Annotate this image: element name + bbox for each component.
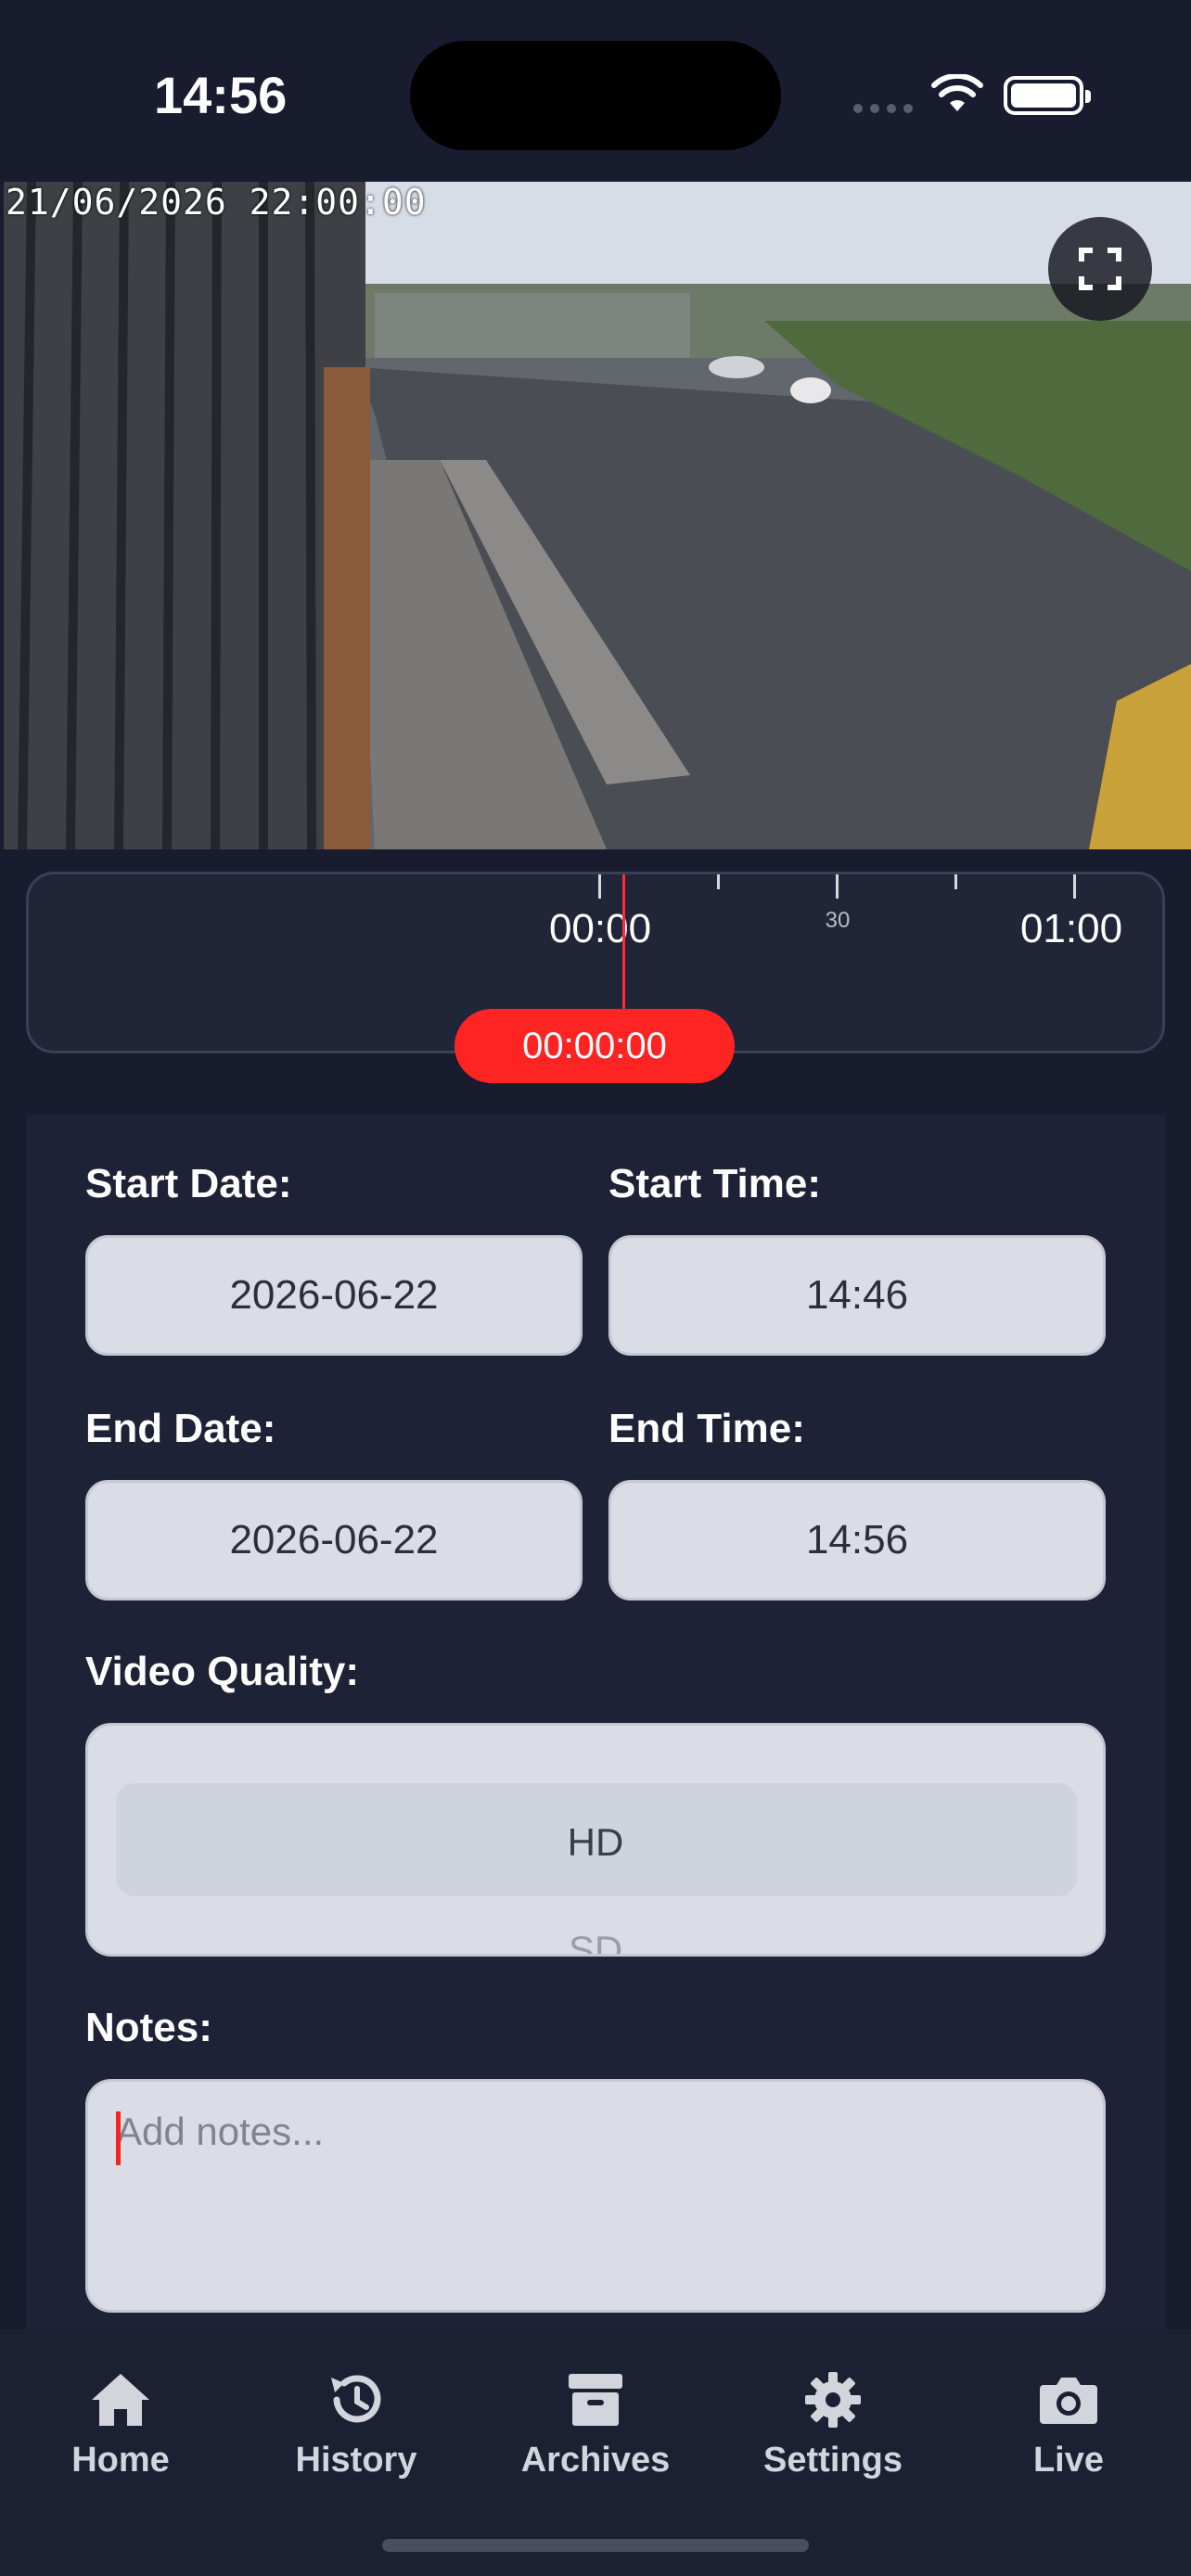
timeline-tick <box>598 874 601 899</box>
fullscreen-button[interactable] <box>1048 217 1152 321</box>
start-date-field[interactable]: 2026-06-22 <box>85 1235 583 1356</box>
quality-option-hd[interactable]: HD <box>88 1820 1103 1865</box>
camera-icon <box>1040 2378 1097 2424</box>
timeline-tick <box>954 874 957 889</box>
timeline-tick-label: 30 <box>825 908 851 933</box>
status-bar: 14:56 <box>0 0 1191 182</box>
tab-settings[interactable]: Settings <box>740 2370 926 2480</box>
export-form: Start Date: Start Time: 2026-06-22 14:46… <box>26 1115 1165 2329</box>
video-quality-picker[interactable]: HD SD <box>85 1723 1106 1957</box>
cellular-signal-icon <box>853 104 913 113</box>
status-time: 14:56 <box>154 66 288 124</box>
tab-live[interactable]: Live <box>976 2370 1161 2480</box>
notes-label: Notes: <box>85 2005 212 2050</box>
end-date-field[interactable]: 2026-06-22 <box>85 1480 583 1600</box>
wifi-icon <box>931 74 983 111</box>
start-date-label: Start Date: <box>85 1161 292 1206</box>
timeline-tick <box>1073 874 1076 899</box>
start-time-field[interactable]: 14:46 <box>608 1235 1106 1356</box>
tab-label: Home <box>71 2441 170 2480</box>
notes-field-container <box>85 2079 1106 2313</box>
timeline-tick <box>717 874 720 889</box>
home-icon <box>92 2374 149 2426</box>
tab-history[interactable]: History <box>263 2370 449 2480</box>
text-cursor <box>116 2111 121 2165</box>
tab-label: History <box>295 2441 417 2480</box>
timeline-tick <box>836 874 839 899</box>
tab-label: Archives <box>520 2441 671 2480</box>
gear-icon <box>805 2372 861 2428</box>
video-quality-label: Video Quality: <box>85 1649 360 1694</box>
fullscreen-icon <box>1079 248 1121 290</box>
timeline-tick-label: 00:00 <box>548 906 652 951</box>
dynamic-island <box>410 41 781 150</box>
home-indicator[interactable] <box>382 2539 809 2552</box>
tab-home[interactable]: Home <box>28 2370 213 2480</box>
current-time-badge: 00:00:00 <box>455 1009 735 1083</box>
video-timestamp: 21/06/2026 22:00:00 <box>6 182 427 223</box>
quality-option-sd[interactable]: SD <box>88 1928 1103 1954</box>
history-icon <box>331 2375 381 2423</box>
notes-input[interactable] <box>116 2110 1071 2286</box>
start-time-label: Start Time: <box>608 1161 822 1206</box>
end-time-label: End Time: <box>608 1406 805 1451</box>
tab-archives[interactable]: Archives <box>503 2370 688 2480</box>
tab-label: Live <box>1032 2441 1105 2480</box>
camera-scene-image <box>4 182 1191 849</box>
tab-label: Settings <box>763 2441 903 2480</box>
camera-video-feed[interactable]: 21/06/2026 22:00:00 <box>4 182 1191 849</box>
end-date-label: End Date: <box>85 1406 276 1451</box>
battery-icon <box>1004 76 1091 115</box>
timeline-tick-label: 01:00 <box>1019 906 1123 951</box>
archive-box-icon <box>569 2374 622 2426</box>
end-time-field[interactable]: 14:56 <box>608 1480 1106 1600</box>
